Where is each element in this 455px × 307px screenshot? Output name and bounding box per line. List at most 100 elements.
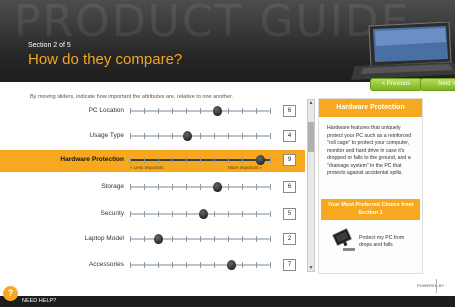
- slider-tick: [158, 108, 159, 114]
- slider-row-security: Security 5: [0, 204, 305, 224]
- slider-track[interactable]: [130, 182, 271, 192]
- scroll-thumb[interactable]: [308, 122, 314, 152]
- slider-row-hardware-protection: Hardware Protection « Less Important Mor…: [0, 150, 305, 172]
- preferred-choice-text: Protect my PC from drops and falls: [359, 235, 405, 248]
- dropped-monitor-icon: [332, 228, 355, 251]
- slider-row-usage-type: Usage Type 4: [0, 126, 305, 146]
- info-scrollbar[interactable]: ▲ ▼: [307, 99, 315, 272]
- slider-tick: [228, 184, 229, 190]
- slider-tick: [186, 262, 187, 268]
- less-important-label: « Less Important: [130, 165, 164, 170]
- slider-track[interactable]: [130, 260, 271, 270]
- slider-tick: [242, 236, 243, 242]
- slider-tick: [158, 184, 159, 190]
- help-icon[interactable]: ?: [3, 286, 18, 301]
- slider-tick: [270, 157, 271, 163]
- slider-tick: [172, 157, 173, 163]
- slider-tick: [242, 184, 243, 190]
- slider-value-box[interactable]: 6: [283, 105, 296, 117]
- section-indicator: Section 2 of 5: [28, 42, 71, 49]
- slider-value-box[interactable]: 7: [283, 259, 296, 271]
- slider-tick: [144, 157, 145, 163]
- slider-tick: [144, 184, 145, 190]
- slider-tick: [186, 157, 187, 163]
- slider-tick: [186, 211, 187, 217]
- slider-thumb[interactable]: [154, 234, 163, 244]
- slider-track[interactable]: [130, 209, 271, 219]
- slider-label: Storage: [101, 183, 124, 190]
- slider-tick: [130, 262, 131, 268]
- slider-tick: [130, 236, 131, 242]
- slider-tick: [228, 108, 229, 114]
- slider-label: Accessories: [88, 261, 124, 268]
- slider-label: Security: [100, 210, 124, 217]
- slider-tick: [256, 236, 257, 242]
- slider-value-box[interactable]: 2: [283, 233, 296, 245]
- slider-track[interactable]: [130, 155, 271, 165]
- slider-thumb[interactable]: [213, 182, 222, 192]
- slider-tick: [214, 157, 215, 163]
- header-banner: PRODUCT GUIDE Section 2 of 5 How do they…: [0, 0, 455, 82]
- slider-tick: [270, 184, 271, 190]
- slider-tick: [172, 262, 173, 268]
- slider-track[interactable]: [130, 131, 271, 141]
- slider-row-storage: Storage 6: [0, 177, 305, 197]
- previous-button[interactable]: < Previous: [370, 78, 422, 91]
- more-important-label: More Important »: [228, 165, 263, 170]
- slider-tick: [172, 184, 173, 190]
- slider-tick: [130, 157, 131, 163]
- need-help-link[interactable]: NEED HELP?: [22, 298, 56, 304]
- slider-tick: [172, 211, 173, 217]
- slider-thumb[interactable]: [199, 209, 208, 219]
- slider-tick: [270, 133, 271, 139]
- slider-tick: [256, 211, 257, 217]
- slider-track[interactable]: [130, 234, 271, 244]
- slider-tick: [130, 133, 131, 139]
- slider-tick: [256, 262, 257, 268]
- slider-tick: [228, 236, 229, 242]
- scroll-down-icon[interactable]: ▼: [308, 265, 314, 271]
- slider-tick: [200, 184, 201, 190]
- scroll-up-icon[interactable]: ▲: [308, 100, 314, 106]
- slider-track[interactable]: [130, 106, 271, 116]
- slider-value-box[interactable]: 5: [283, 208, 296, 220]
- slider-tick: [200, 133, 201, 139]
- slider-tick: [256, 184, 257, 190]
- slider-tick: [242, 108, 243, 114]
- slider-tick: [270, 108, 271, 114]
- slider-value-box[interactable]: 4: [283, 130, 296, 142]
- slider-label: Usage Type: [89, 132, 124, 139]
- preferred-choice-heading: Your Most Preferred Choice from Section …: [321, 199, 420, 220]
- slider-tick: [270, 236, 271, 242]
- slider-thumb[interactable]: [183, 131, 192, 141]
- next-button[interactable]: Next >: [420, 78, 455, 91]
- slider-tick: [186, 236, 187, 242]
- slider-tick: [200, 157, 201, 163]
- slider-tick: [270, 262, 271, 268]
- slider-tick: [130, 184, 131, 190]
- page-title: How do they compare?: [28, 51, 183, 68]
- slider-tick: [228, 133, 229, 139]
- slider-tick: [242, 133, 243, 139]
- slider-tick: [256, 108, 257, 114]
- slider-tick: [200, 262, 201, 268]
- slider-row-laptop-model: Laptop Model 2: [0, 229, 305, 249]
- slider-tick: [186, 184, 187, 190]
- slider-tick: [214, 211, 215, 217]
- slider-tick: [144, 211, 145, 217]
- slider-tick: [270, 211, 271, 217]
- slider-thumb[interactable]: [213, 106, 222, 116]
- footer-bar: [0, 296, 455, 307]
- slider-thumb[interactable]: [227, 260, 236, 270]
- slider-tick: [158, 262, 159, 268]
- slider-value-box[interactable]: 6: [283, 181, 296, 193]
- slider-tick: [158, 211, 159, 217]
- slider-tick: [200, 236, 201, 242]
- slider-tick: [144, 262, 145, 268]
- slider-thumb[interactable]: [256, 155, 265, 165]
- slider-value-box[interactable]: 9: [283, 154, 296, 166]
- slider-tick: [172, 108, 173, 114]
- slider-tick: [242, 211, 243, 217]
- slider-tick: [130, 108, 131, 114]
- slider-label: Laptop Model: [84, 235, 124, 242]
